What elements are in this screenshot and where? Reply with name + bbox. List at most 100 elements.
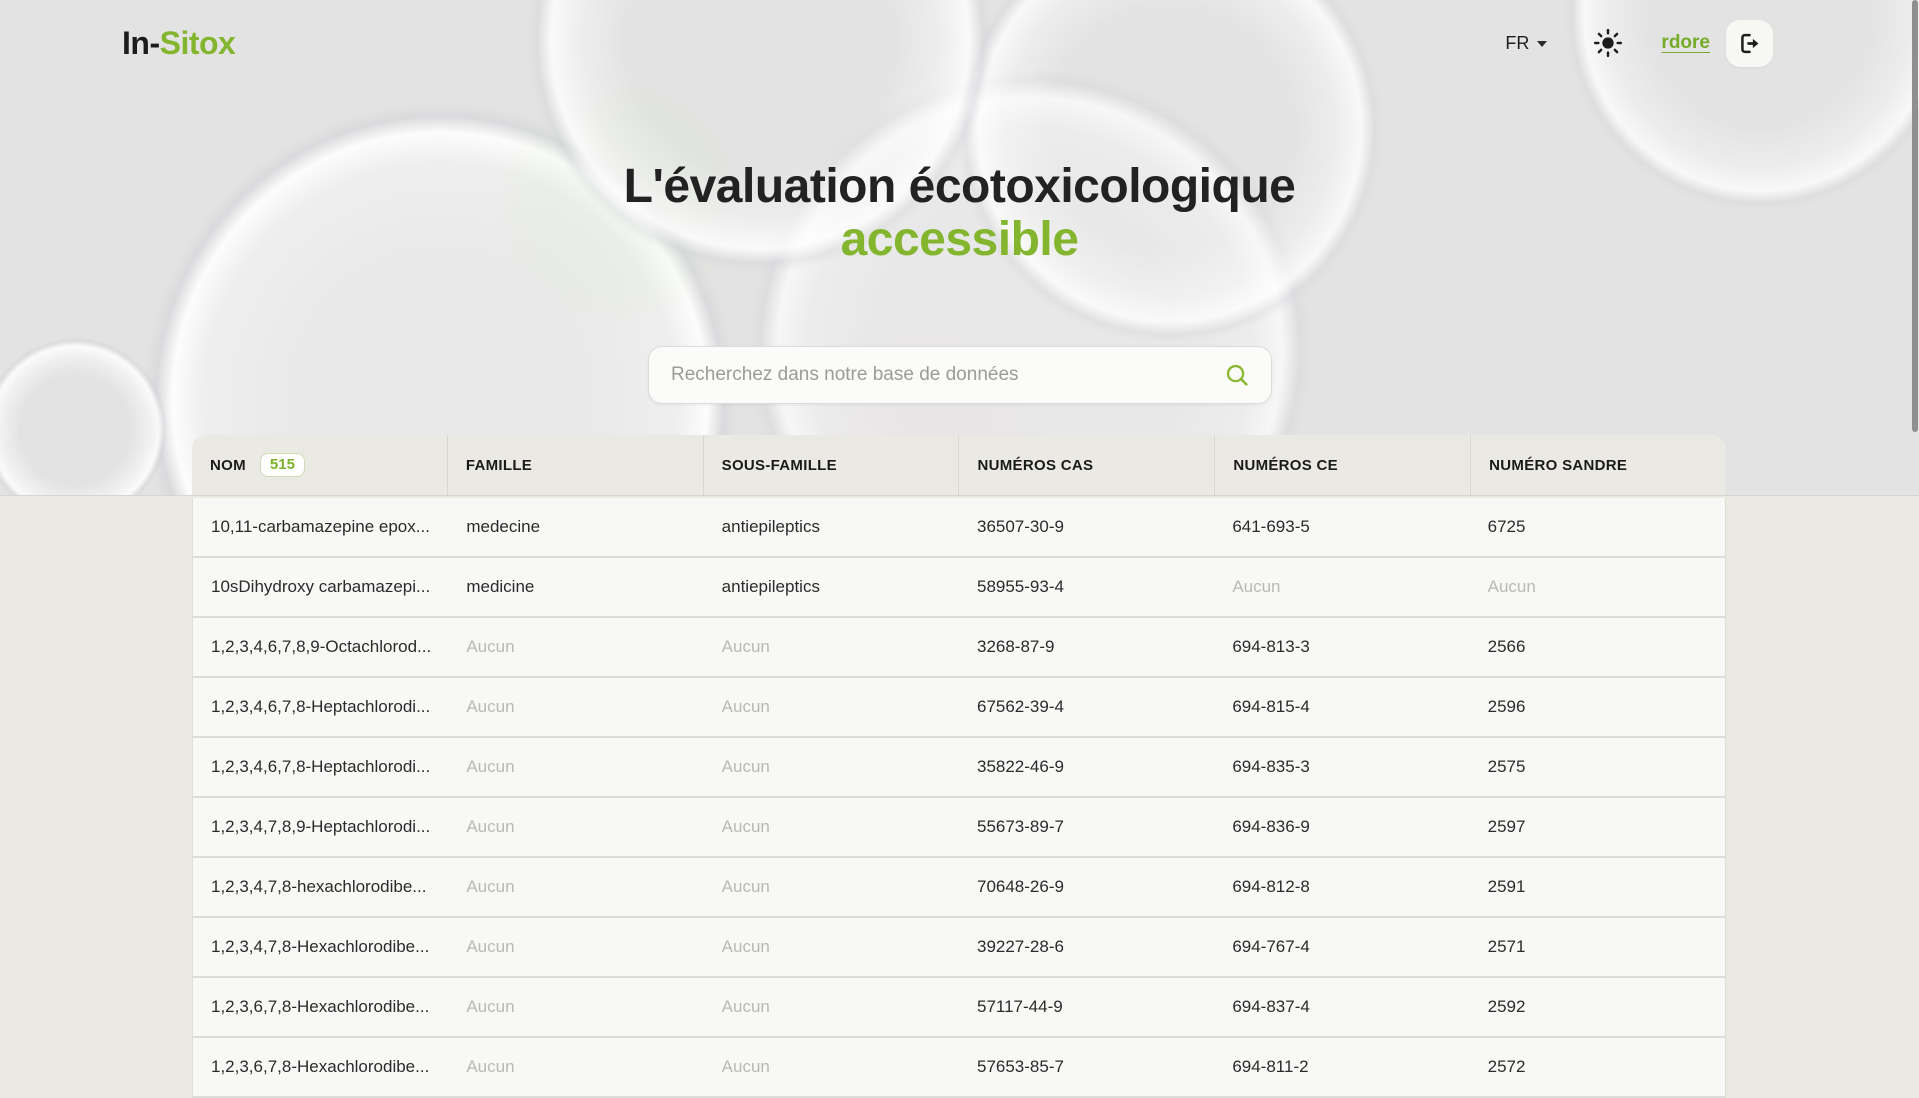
cell-famille: Aucun bbox=[448, 1038, 703, 1096]
cell-nom: 1,2,3,4,6,7,8,9-Octachlorod... bbox=[193, 618, 448, 676]
table-row[interactable]: 1,2,3,6,7,8-Hexachlorodibe...AucunAucun5… bbox=[193, 1038, 1725, 1098]
table-row[interactable]: 1,2,3,4,6,7,8-Heptachlorodi...AucunAucun… bbox=[193, 738, 1725, 798]
cell-ce: 694-836-9 bbox=[1214, 798, 1469, 856]
search-icon[interactable] bbox=[1224, 362, 1251, 389]
cell-sous_famille: Aucun bbox=[704, 678, 959, 736]
substances-table: NOM 515 FAMILLE SOUS-FAMILLE NUMÉROS CAS NUMÉ… bbox=[192, 435, 1726, 1098]
cell-sandre: 2572 bbox=[1470, 1038, 1725, 1096]
table-row[interactable]: 1,2,3,4,7,8,9-Heptachlorodi...AucunAucun… bbox=[193, 798, 1725, 858]
cell-ce: 694-813-3 bbox=[1214, 618, 1469, 676]
cell-ce: 694-837-4 bbox=[1214, 978, 1469, 1036]
cell-cas: 57117-44-9 bbox=[959, 978, 1214, 1036]
cell-sous_famille: Aucun bbox=[704, 918, 959, 976]
cell-cas: 55673-89-7 bbox=[959, 798, 1214, 856]
cell-sous_famille: Aucun bbox=[704, 798, 959, 856]
logout-icon bbox=[1737, 31, 1762, 56]
cell-nom: 1,2,3,4,7,8,9-Heptachlorodi... bbox=[193, 798, 448, 856]
cell-famille: Aucun bbox=[448, 798, 703, 856]
header-label: FAMILLE bbox=[466, 457, 532, 474]
cell-sandre: 2591 bbox=[1470, 858, 1725, 916]
cell-sandre: 6725 bbox=[1470, 498, 1725, 556]
cell-nom: 10,11-carbamazepine epox... bbox=[193, 498, 448, 556]
table-row[interactable]: 1,2,3,4,6,7,8,9-Octachlorod...AucunAucun… bbox=[193, 618, 1725, 678]
sun-icon bbox=[1593, 28, 1623, 58]
results-count-badge: 515 bbox=[260, 453, 305, 477]
cell-ce: 694-811-2 bbox=[1214, 1038, 1469, 1096]
header-cell-numeros-ce: NUMÉROS CE bbox=[1214, 435, 1470, 495]
cell-ce: 641-693-5 bbox=[1214, 498, 1469, 556]
brand-logo[interactable]: In-Sitox bbox=[122, 25, 235, 62]
cell-ce: 694-767-4 bbox=[1214, 918, 1469, 976]
cell-sous_famille: Aucun bbox=[704, 1038, 959, 1096]
cell-famille: Aucun bbox=[448, 918, 703, 976]
cell-sandre: 2596 bbox=[1470, 678, 1725, 736]
logout-button[interactable] bbox=[1726, 20, 1773, 67]
cell-nom: 1,2,3,6,7,8-Hexachlorodibe... bbox=[193, 1038, 448, 1096]
cell-sous_famille: antiepileptics bbox=[704, 498, 959, 556]
brand-suffix: Sitox bbox=[160, 25, 236, 61]
search-bar bbox=[648, 346, 1272, 404]
table-row[interactable]: 1,2,3,6,7,8-Hexachlorodibe...AucunAucun5… bbox=[193, 978, 1725, 1038]
table-row[interactable]: 10sDihydroxy carbamazepi...medicineantie… bbox=[193, 558, 1725, 618]
cell-sous_famille: Aucun bbox=[704, 978, 959, 1036]
cell-sandre: 2575 bbox=[1470, 738, 1725, 796]
search-input[interactable] bbox=[649, 347, 1224, 403]
cell-ce: 694-815-4 bbox=[1214, 678, 1469, 736]
cell-ce: 694-812-8 bbox=[1214, 858, 1469, 916]
cell-sandre: Aucun bbox=[1470, 558, 1725, 616]
table-header: NOM 515 FAMILLE SOUS-FAMILLE NUMÉROS CAS NUMÉ… bbox=[192, 435, 1726, 495]
cell-sous_famille: Aucun bbox=[704, 618, 959, 676]
header-label: NUMÉROS CAS bbox=[977, 457, 1093, 474]
scrollbar-thumb[interactable] bbox=[1912, 0, 1918, 432]
cell-famille: Aucun bbox=[448, 678, 703, 736]
cell-cas: 67562-39-4 bbox=[959, 678, 1214, 736]
hero-title-line1: L'évaluation écotoxicologique bbox=[0, 160, 1919, 213]
cell-cas: 57653-85-7 bbox=[959, 1038, 1214, 1096]
header-label: NUMÉROS CE bbox=[1233, 457, 1338, 474]
cell-nom: 1,2,3,4,6,7,8-Heptachlorodi... bbox=[193, 678, 448, 736]
table-row[interactable]: 10,11-carbamazepine epox...medecineantie… bbox=[193, 498, 1725, 558]
cell-cas: 70648-26-9 bbox=[959, 858, 1214, 916]
cell-cas: 36507-30-9 bbox=[959, 498, 1214, 556]
cell-sous_famille: antiepileptics bbox=[704, 558, 959, 616]
cell-sandre: 2571 bbox=[1470, 918, 1725, 976]
theme-toggle-button[interactable] bbox=[1593, 28, 1623, 58]
table-body: 10,11-carbamazepine epox...medecineantie… bbox=[192, 498, 1726, 1098]
caret-down-icon bbox=[1537, 41, 1547, 47]
cell-famille: Aucun bbox=[448, 618, 703, 676]
cell-cas: 3268-87-9 bbox=[959, 618, 1214, 676]
brand-prefix: In- bbox=[122, 25, 160, 61]
table-row[interactable]: 1,2,3,4,7,8-Hexachlorodibe...AucunAucun3… bbox=[193, 918, 1725, 978]
cell-sandre: 2566 bbox=[1470, 618, 1725, 676]
cell-sous_famille: Aucun bbox=[704, 738, 959, 796]
user-link[interactable]: rdore bbox=[1661, 32, 1710, 54]
cell-ce: 694-835-3 bbox=[1214, 738, 1469, 796]
cell-cas: 35822-46-9 bbox=[959, 738, 1214, 796]
header-cell-numeros-cas: NUMÉROS CAS bbox=[958, 435, 1214, 495]
cell-famille: medicine bbox=[448, 558, 703, 616]
cell-famille: Aucun bbox=[448, 978, 703, 1036]
hero-title-line2: accessible bbox=[0, 213, 1919, 266]
header-label: NOM bbox=[210, 457, 246, 474]
topbar: In-Sitox FR bbox=[0, 0, 1919, 86]
header-cell-numero-sandre: NUMÉRO SANDRE bbox=[1470, 435, 1726, 495]
cell-nom: 1,2,3,4,7,8-Hexachlorodibe... bbox=[193, 918, 448, 976]
cell-cas: 58955-93-4 bbox=[959, 558, 1214, 616]
language-label: FR bbox=[1505, 33, 1529, 54]
table-row[interactable]: 1,2,3,4,7,8-hexachlorodibe...AucunAucun7… bbox=[193, 858, 1725, 918]
header-cell-sous-famille: SOUS-FAMILLE bbox=[703, 435, 959, 495]
header-cell-famille: FAMILLE bbox=[447, 435, 703, 495]
cell-famille: Aucun bbox=[448, 738, 703, 796]
cell-ce: Aucun bbox=[1214, 558, 1469, 616]
app: In-Sitox FR bbox=[0, 0, 1919, 1079]
language-selector[interactable]: FR bbox=[1505, 33, 1547, 54]
cell-sandre: 2597 bbox=[1470, 798, 1725, 856]
cell-nom: 1,2,3,4,7,8-hexachlorodibe... bbox=[193, 858, 448, 916]
cell-famille: Aucun bbox=[448, 858, 703, 916]
header-cell-nom: NOM 515 bbox=[192, 435, 447, 495]
cell-famille: medecine bbox=[448, 498, 703, 556]
page-scrollbar[interactable] bbox=[1911, 0, 1919, 1079]
header-label: NUMÉRO SANDRE bbox=[1489, 457, 1627, 474]
table-row[interactable]: 1,2,3,4,6,7,8-Heptachlorodi...AucunAucun… bbox=[193, 678, 1725, 738]
hero-title: L'évaluation écotoxicologique accessible bbox=[0, 160, 1919, 266]
